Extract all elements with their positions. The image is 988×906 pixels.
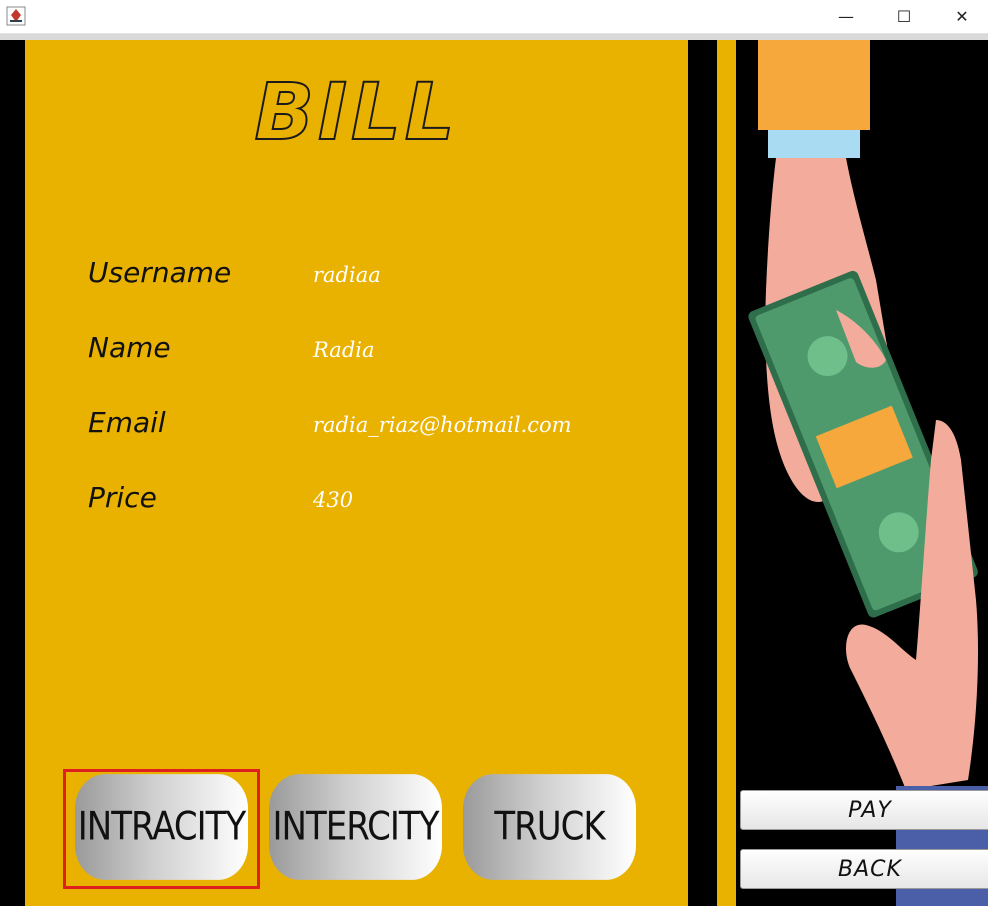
java-app-icon <box>6 6 26 26</box>
email-value: radia_riaz@hotmail.com <box>313 413 572 437</box>
email-label: Email <box>88 406 166 439</box>
money-handover-illustration <box>748 40 988 906</box>
intracity-button[interactable]: INTRACITY <box>75 774 248 880</box>
window-title-bar: — ☐ ✕ <box>0 0 988 34</box>
bill-panel: BILL Username radiaa Name Radia Email ra… <box>25 40 688 906</box>
username-label: Username <box>88 256 232 289</box>
price-label: Price <box>88 481 157 514</box>
back-button[interactable]: BACK <box>740 849 988 889</box>
price-value: 430 <box>313 488 354 512</box>
maximize-button[interactable]: ☐ <box>875 0 933 32</box>
truck-button[interactable]: TRUCK <box>463 774 636 880</box>
minimize-button[interactable]: — <box>817 0 875 32</box>
name-label: Name <box>88 331 171 364</box>
divider-bar <box>717 40 736 906</box>
close-button[interactable]: ✕ <box>933 0 988 32</box>
bill-title: BILL <box>254 67 459 159</box>
name-value: Radia <box>313 338 375 362</box>
username-value: radiaa <box>313 263 381 287</box>
intercity-button[interactable]: INTERCITY <box>269 774 442 880</box>
payment-illustration-panel: PAY BACK <box>736 40 988 906</box>
pay-button[interactable]: PAY <box>740 790 988 830</box>
